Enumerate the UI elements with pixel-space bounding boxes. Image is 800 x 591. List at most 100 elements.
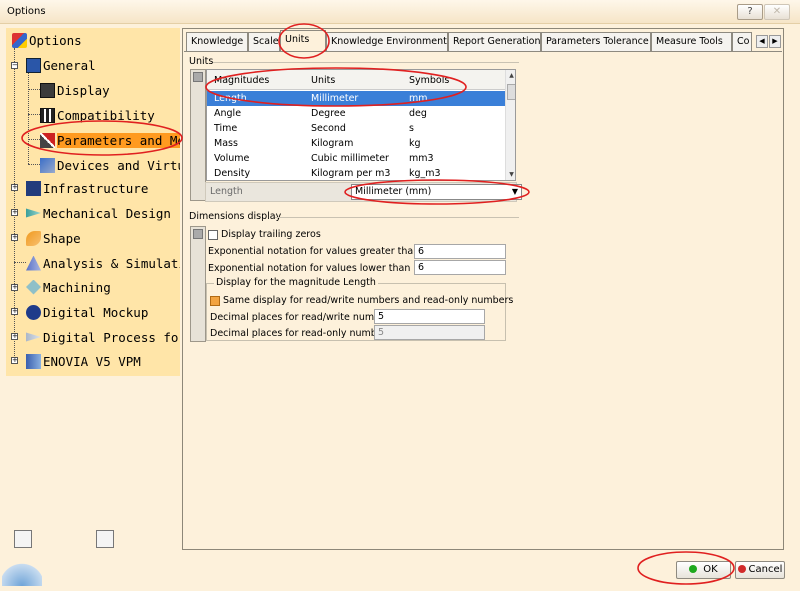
expand-enovia[interactable]: + xyxy=(11,357,18,364)
cancel-button[interactable]: Cancel xyxy=(735,561,785,579)
tree-item-mechanical-design[interactable]: Mechanical Design xyxy=(26,203,171,223)
same-display-row[interactable]: Same display for read/write numbers and … xyxy=(210,295,513,306)
ro-input: 5 xyxy=(374,325,485,340)
analysis-icon xyxy=(26,255,41,271)
close-button[interactable]: ✕ xyxy=(764,4,790,20)
table-row[interactable]: Angle Degree deg xyxy=(207,106,505,121)
units-group-line xyxy=(213,62,519,63)
tab-measure-tools[interactable]: Measure Tools xyxy=(651,32,732,51)
col-magnitudes[interactable]: Magnitudes xyxy=(214,75,269,86)
rw-input[interactable]: 5 xyxy=(374,309,485,324)
cell-unit: Kilogram per m3 xyxy=(311,168,391,179)
scroll-thumb[interactable] xyxy=(507,84,515,100)
cell-unit: Degree xyxy=(311,108,346,119)
tree-item-general[interactable]: General xyxy=(26,55,96,75)
ok-button[interactable]: OK xyxy=(676,561,731,579)
cell-unit: Second xyxy=(311,123,346,134)
tree-footer xyxy=(2,376,180,586)
tab-scroll-right-icon[interactable]: ▶ xyxy=(769,35,781,48)
cell-symbol: s xyxy=(409,123,414,134)
export-settings-icon[interactable] xyxy=(96,530,114,548)
tree-item-analysis[interactable]: Analysis & Simulati xyxy=(26,253,180,273)
tree-item-label: Display xyxy=(57,82,110,98)
tree-item-label: Parameters and Me xyxy=(57,132,180,148)
tab-co[interactable]: Co xyxy=(732,32,752,51)
tree-item-label: Machining xyxy=(43,279,111,295)
table-row[interactable]: Length Millimeter mm xyxy=(207,91,505,106)
shape-icon xyxy=(26,230,41,246)
same-display-checkbox[interactable] xyxy=(210,295,220,306)
tree-item-shape[interactable]: Shape xyxy=(26,228,81,248)
tab-knowledge-environment[interactable]: Knowledge Environment xyxy=(326,32,448,51)
expand-digital-mockup[interactable]: + xyxy=(11,308,18,315)
exp-lower-label: Exponential notation for values lower th… xyxy=(208,263,435,274)
tab-scroll: ◀ ▶ xyxy=(755,35,781,48)
tree-item-options[interactable]: Options xyxy=(12,30,82,50)
exp-lower-input[interactable]: 6 xyxy=(414,260,506,275)
tree-item-compatibility[interactable]: Compatibility xyxy=(40,105,155,125)
tree-item-label: Digital Process for xyxy=(43,329,180,345)
cell-unit: Millimeter xyxy=(311,93,359,104)
tree-item-devices[interactable]: Devices and Virtu xyxy=(40,155,180,175)
cell-symbol: kg_m3 xyxy=(409,168,441,179)
tree-item-display[interactable]: Display xyxy=(40,80,110,100)
same-display-label: Same display for read/write numbers and … xyxy=(223,295,514,306)
tree-item-label: Infrastructure xyxy=(43,180,149,196)
cell-magnitude: Volume xyxy=(214,153,250,164)
tab-report-generation[interactable]: Report Generation xyxy=(448,32,541,51)
expand-machining[interactable]: + xyxy=(11,284,18,291)
table-row[interactable]: Time Second s xyxy=(207,121,505,136)
infrastructure-icon xyxy=(26,180,41,196)
table-row[interactable]: Volume Cubic millimeter mm3 xyxy=(207,151,505,166)
expand-shape[interactable]: + xyxy=(11,234,18,241)
tree-item-enovia[interactable]: ENOVIA V5 VPM xyxy=(26,351,141,371)
col-units[interactable]: Units xyxy=(311,75,335,86)
scroll-down-icon[interactable]: ▼ xyxy=(506,169,515,180)
window-title: Options xyxy=(7,6,46,17)
tree-item-machining[interactable]: Machining xyxy=(26,277,111,297)
expand-general[interactable]: − xyxy=(11,62,18,69)
table-row[interactable]: Mass Kilogram kg xyxy=(207,136,505,151)
help-button[interactable]: ? xyxy=(737,4,763,20)
import-settings-icon[interactable] xyxy=(14,530,32,548)
tree-item-label: Compatibility xyxy=(57,107,155,123)
tab-parameters-tolerance[interactable]: Parameters Tolerance xyxy=(541,32,651,51)
tree-item-parameters[interactable]: Parameters and Me xyxy=(40,130,180,150)
tab-units[interactable]: Units xyxy=(280,30,326,52)
cell-magnitude: Length xyxy=(214,93,247,104)
unit-select-value: Millimeter (mm) xyxy=(355,186,432,197)
tree-item-label: General xyxy=(43,57,96,73)
scroll-up-icon[interactable]: ▲ xyxy=(506,70,515,81)
tab-knowledge[interactable]: Knowledge xyxy=(186,32,248,51)
tree-item-label: Shape xyxy=(43,230,81,246)
table-row[interactable]: Density Kilogram per m3 kg_m3 xyxy=(207,166,505,180)
col-symbols[interactable]: Symbols xyxy=(409,75,449,86)
units-table-scrollbar[interactable]: ▲ ▼ xyxy=(505,70,515,180)
trailing-zeros-row[interactable]: Display trailing zeros xyxy=(208,229,321,240)
cancel-icon xyxy=(737,565,746,573)
cell-magnitude: Angle xyxy=(214,108,242,119)
tab-scroll-left-icon[interactable]: ◀ xyxy=(756,35,768,48)
expand-infrastructure[interactable]: + xyxy=(11,184,18,191)
trailing-zeros-checkbox[interactable] xyxy=(208,229,218,240)
mechanical-design-icon xyxy=(26,208,41,218)
cell-unit: Cubic millimeter xyxy=(311,153,389,164)
exp-greater-label: Exponential notation for values greater … xyxy=(208,246,449,257)
machining-icon xyxy=(26,279,41,295)
compatibility-icon xyxy=(40,107,55,123)
ok-icon xyxy=(689,565,698,573)
cell-unit: Kilogram xyxy=(311,138,354,149)
cell-symbol: mm xyxy=(409,93,428,104)
dimensions-handle[interactable] xyxy=(190,226,206,342)
unit-select[interactable]: Millimeter (mm) ▼ xyxy=(351,184,522,200)
tab-scale[interactable]: Scale xyxy=(248,32,280,51)
tree-item-digital-process[interactable]: Digital Process for xyxy=(26,327,180,347)
tree-item-digital-mockup[interactable]: Digital Mockup xyxy=(26,302,148,322)
expand-digital-process[interactable]: + xyxy=(11,333,18,340)
expand-mechanical-design[interactable]: + xyxy=(11,209,18,216)
chevron-down-icon: ▼ xyxy=(511,187,518,196)
units-handle[interactable] xyxy=(190,69,206,201)
trailing-zeros-label: Display trailing zeros xyxy=(221,229,321,240)
exp-greater-input[interactable]: 6 xyxy=(414,244,506,259)
tree-item-infrastructure[interactable]: Infrastructure xyxy=(26,178,148,198)
